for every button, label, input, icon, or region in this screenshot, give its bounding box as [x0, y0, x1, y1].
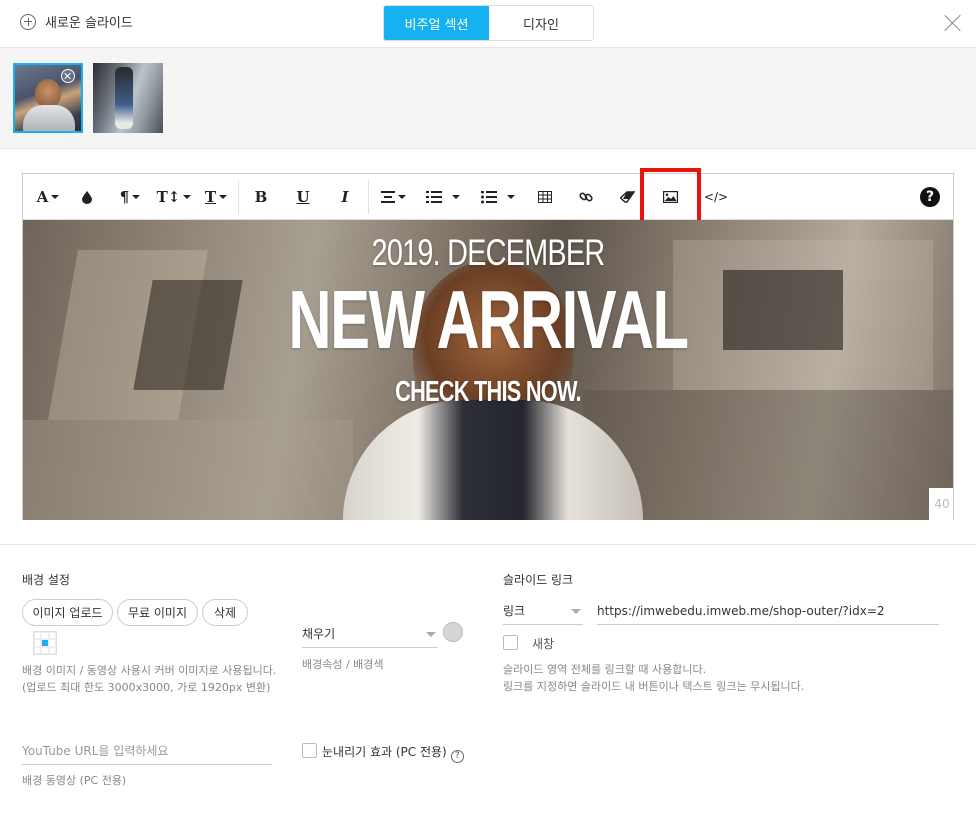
background-color-swatch[interactable]	[443, 622, 463, 642]
slide-thumbnail-2[interactable]	[93, 63, 163, 133]
youtube-caption: 배경 동영상 (PC 전용)	[22, 774, 127, 787]
new-slide-button[interactable]: 새로운 슬라이드	[20, 12, 133, 31]
youtube-url-input[interactable]	[22, 737, 272, 765]
help-icon: ?	[920, 187, 940, 207]
table-button[interactable]	[533, 182, 557, 212]
unordered-list-button[interactable]	[478, 182, 518, 212]
banner-date-text[interactable]: 2019. DECEMBER	[125, 232, 850, 274]
thumbnail-image	[115, 67, 133, 129]
code-view-button[interactable]: </>	[703, 182, 729, 212]
underline-icon: U	[296, 188, 310, 206]
unordered-list-icon	[481, 190, 497, 203]
text-height-icon: T↕	[156, 188, 181, 206]
divider	[0, 544, 976, 545]
paragraph-icon: ¶	[119, 188, 130, 206]
section-tabs: 비주얼 섹션 디자인	[383, 5, 594, 41]
chevron-down-icon	[426, 632, 436, 637]
link-type-select[interactable]: 링크	[503, 597, 583, 625]
text-style-icon: T	[204, 188, 217, 206]
help-button[interactable]: ?	[918, 182, 942, 212]
ordered-list-icon	[426, 190, 442, 203]
character-counter: 40	[929, 488, 953, 520]
italic-button[interactable]: I	[333, 182, 357, 212]
slide-banner[interactable]: 2019. DECEMBER NEW ARRIVAL CHECK THIS NO…	[23, 220, 953, 520]
slide-link-title: 슬라이드 링크	[503, 573, 574, 587]
slide-thumbnail-strip	[0, 48, 976, 149]
bold-icon: B	[254, 188, 268, 206]
code-icon: </>	[703, 190, 729, 204]
toolbar-divider	[238, 180, 239, 214]
snow-effect-checkbox[interactable]	[302, 743, 317, 758]
image-button-highlight	[640, 168, 701, 226]
font-size-button[interactable]: T↕	[156, 182, 192, 212]
ordered-list-button[interactable]	[423, 182, 463, 212]
background-settings-title: 배경 설정	[22, 573, 70, 587]
link-button[interactable]	[574, 182, 598, 212]
modal-header: 새로운 슬라이드 비주얼 섹션 디자인	[0, 0, 976, 48]
fill-mode-select[interactable]: 채우기	[302, 620, 438, 648]
upload-image-button[interactable]: 이미지 업로드	[22, 599, 113, 626]
link-icon	[579, 192, 593, 202]
new-window-checkbox[interactable]	[503, 635, 518, 650]
link-type-value: 링크	[503, 604, 526, 618]
align-center-icon	[380, 191, 395, 203]
align-button[interactable]	[377, 182, 409, 212]
plus-circle-icon	[20, 13, 36, 30]
banner-headline[interactable]: NEW ARRIVAL	[153, 272, 823, 368]
highlight-button[interactable]	[75, 182, 99, 212]
delete-slide-icon[interactable]	[61, 69, 75, 83]
tab-design[interactable]: 디자인	[489, 6, 593, 40]
slide-thumbnail-1[interactable]	[13, 63, 83, 133]
bold-button[interactable]: B	[249, 182, 273, 212]
table-icon	[538, 191, 552, 203]
background-position-grid[interactable]	[33, 631, 57, 655]
new-window-label: 새창	[532, 637, 555, 651]
editor-toolbar: A ¶ T↕ T B U I </> ?	[23, 168, 953, 226]
eraser-button[interactable]	[616, 182, 640, 212]
help-question-icon[interactable]: ?	[450, 749, 464, 763]
new-slide-label: 새로운 슬라이드	[45, 16, 133, 31]
font-color-icon: A	[36, 188, 49, 206]
banner-subheadline[interactable]: CHECK THIS NOW.	[139, 376, 837, 409]
toolbar-divider	[368, 180, 369, 214]
font-color-button[interactable]: A	[33, 182, 63, 212]
chevron-down-icon	[571, 609, 581, 614]
free-image-button[interactable]: 무료 이미지	[117, 599, 198, 626]
thumbnail-image-detail	[23, 105, 75, 131]
paragraph-button[interactable]: ¶	[115, 182, 145, 212]
fill-mode-value: 채우기	[302, 627, 336, 641]
background-help-text-2: (업로드 최대 한도 3000x3000, 가로 1920px 변환)	[22, 681, 271, 694]
slide-editor: A ¶ T↕ T B U I </> ? 2019. DECEMBER NEW …	[22, 168, 954, 520]
tab-visual-section[interactable]: 비주얼 섹션	[384, 6, 489, 40]
italic-icon: I	[341, 188, 349, 206]
eraser-icon	[620, 191, 636, 203]
snow-effect-text: 눈내리기 효과 (PC 전용)	[322, 745, 447, 759]
fill-caption: 배경속성 / 배경색	[302, 658, 384, 671]
background-help-text-1: 배경 이미지 / 동영상 사용시 커버 이미지로 사용됩니다.	[22, 664, 277, 677]
background-photo-shape	[23, 420, 353, 520]
underline-button[interactable]: U	[291, 182, 315, 212]
drop-icon	[82, 191, 92, 204]
delete-background-button[interactable]: 삭제	[202, 599, 248, 626]
link-help-text-2: 링크를 지정하면 슬라이드 내 버튼이나 텍스트 링크는 무시됩니다.	[503, 680, 805, 693]
snow-effect-label: 눈내리기 효과 (PC 전용)?	[322, 743, 464, 763]
close-icon[interactable]	[944, 14, 962, 32]
link-help-text-1: 슬라이드 영역 전체를 링크할 때 사용합니다.	[503, 663, 707, 676]
font-style-button[interactable]: T	[201, 182, 231, 212]
link-url-input[interactable]	[597, 597, 939, 625]
